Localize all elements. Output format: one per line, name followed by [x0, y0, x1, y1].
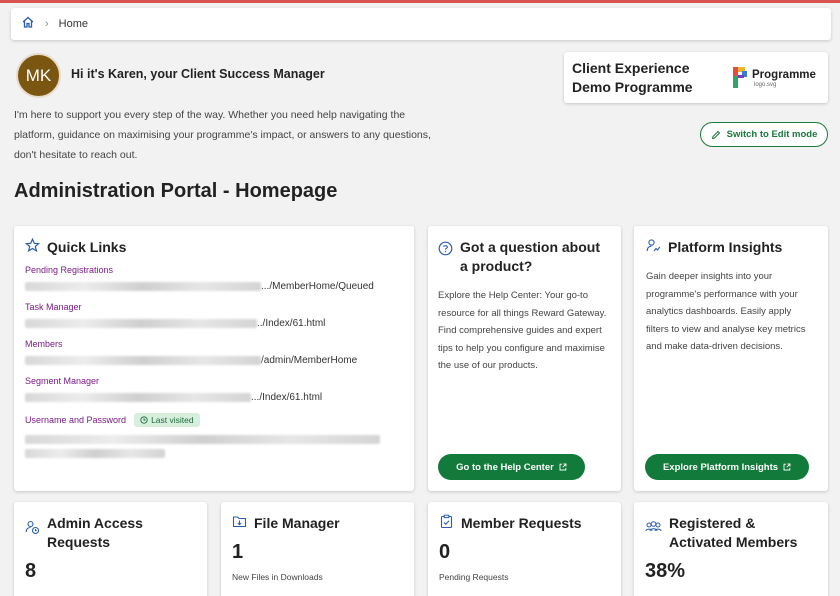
- users-group-icon: [645, 521, 662, 532]
- quick-link-url[interactable]: /admin/MemberHome: [25, 352, 403, 368]
- quick-link-label-row: Username and Password Last visited: [25, 413, 403, 427]
- platform-insights-card: Platform Insights Gain deeper insights i…: [634, 226, 828, 491]
- chevron-right-icon: ›: [45, 18, 49, 30]
- admin-access-value: 8: [25, 560, 37, 582]
- quick-link-url[interactable]: .../Index/61.html: [25, 389, 403, 405]
- switch-edit-mode-button[interactable]: Switch to Edit mode: [700, 122, 828, 147]
- star-icon: [25, 238, 40, 253]
- avatar: MK: [16, 53, 61, 98]
- help-center-card: Got a question about a product? Explore …: [428, 226, 621, 491]
- switch-edit-mode-label: Switch to Edit mode: [726, 129, 818, 140]
- platform-insights-button[interactable]: Explore Platform Insights: [645, 454, 809, 480]
- user-clock-icon: [25, 520, 40, 535]
- quick-links-title: Quick Links: [47, 239, 127, 255]
- page-title: Administration Portal - Homepage: [14, 180, 338, 202]
- member-requests-value: 0: [439, 541, 451, 563]
- quick-links-card: Quick Links Pending Registrations .../Me…: [14, 226, 414, 491]
- quick-link-label[interactable]: Username and Password: [25, 415, 126, 425]
- file-manager-value: 1: [232, 541, 244, 563]
- quick-link-url[interactable]: .../MemberHome/Queued: [25, 278, 403, 294]
- quick-link-username-password[interactable]: Username and Password Last visited: [25, 413, 403, 458]
- file-manager-sub: New Files in Downloads: [232, 572, 323, 582]
- logo-word: Programme: [752, 69, 816, 81]
- registered-members-title: Registered & Activated Members: [669, 515, 798, 550]
- quick-link-url-text: .../MemberHome/Queued: [261, 280, 374, 292]
- quick-link-url-text: .../Index/61.html: [251, 391, 323, 403]
- quick-link-task-manager[interactable]: Task Manager ../Index/61.html: [25, 302, 403, 331]
- quick-link-url[interactable]: ../Index/61.html: [25, 315, 403, 331]
- file-manager-title: File Manager: [254, 515, 340, 531]
- client-name: Client Experience Demo Programme: [572, 60, 693, 95]
- manager-intro: I'm here to support you every step of th…: [14, 109, 431, 161]
- folder-download-icon: [232, 516, 247, 528]
- quick-link-pending-registrations[interactable]: Pending Registrations .../MemberHome/Que…: [25, 265, 403, 294]
- insights-text: Gain deeper insights into your programme…: [646, 271, 806, 352]
- quick-link-url[interactable]: [25, 435, 403, 458]
- admin-access-title: Admin Access Requests: [47, 515, 143, 550]
- insights-title: Platform Insights: [668, 239, 783, 255]
- manager-greeting: Hi it's Karen, your Client Success Manag…: [71, 67, 325, 81]
- platform-insights-button-label: Explore Platform Insights: [662, 461, 779, 473]
- quick-link-segment-manager[interactable]: Segment Manager .../Index/61.html: [25, 376, 403, 405]
- external-link-icon: [559, 463, 567, 471]
- user-chart-icon: [646, 239, 661, 252]
- registered-members-value: 38%: [645, 560, 686, 582]
- home-icon[interactable]: [21, 15, 35, 34]
- programme-logo-icon: [733, 67, 747, 88]
- breadcrumb-current: Home: [58, 18, 89, 30]
- member-requests-card[interactable]: Member Requests 0 Pending Requests: [428, 502, 621, 596]
- help-center-button-label: Go to the Help Center: [456, 461, 554, 473]
- quick-link-label[interactable]: Pending Registrations: [25, 265, 403, 275]
- logo-filename: logo.svg: [754, 82, 777, 88]
- last-visited-label: Last visited: [151, 415, 194, 425]
- quick-link-label[interactable]: Segment Manager: [25, 376, 403, 386]
- client-logo: Programme logo.svg: [732, 64, 822, 92]
- registered-members-card[interactable]: Registered & Activated Members 38%: [634, 502, 828, 596]
- quick-link-label[interactable]: Members: [25, 339, 403, 349]
- clock-icon: [140, 416, 148, 424]
- quick-link-label[interactable]: Task Manager: [25, 302, 403, 312]
- clipboard-check-icon: [440, 514, 453, 529]
- help-text: Explore the Help Center: Your go-to reso…: [438, 290, 607, 371]
- quick-link-url-text: /admin/MemberHome: [261, 354, 358, 366]
- breadcrumb: › Home: [11, 8, 831, 40]
- question-circle-icon: [438, 241, 453, 256]
- admin-access-requests-card[interactable]: Admin Access Requests 8: [14, 502, 207, 596]
- help-center-button[interactable]: Go to the Help Center: [438, 454, 585, 480]
- quick-link-url-text: ../Index/61.html: [257, 317, 326, 329]
- external-link-icon: [783, 463, 791, 471]
- member-requests-title: Member Requests: [461, 515, 582, 531]
- pencil-icon: [711, 130, 720, 139]
- quick-link-members[interactable]: Members /admin/MemberHome: [25, 339, 403, 368]
- client-card: Client Experience Demo Programme Program…: [564, 52, 828, 103]
- member-requests-sub: Pending Requests: [439, 572, 509, 582]
- file-manager-card[interactable]: File Manager 1 New Files in Downloads: [221, 502, 414, 596]
- last-visited-badge: Last visited: [134, 413, 200, 427]
- help-title: Got a question about a product?: [460, 239, 600, 274]
- top-accent-line: [0, 0, 840, 3]
